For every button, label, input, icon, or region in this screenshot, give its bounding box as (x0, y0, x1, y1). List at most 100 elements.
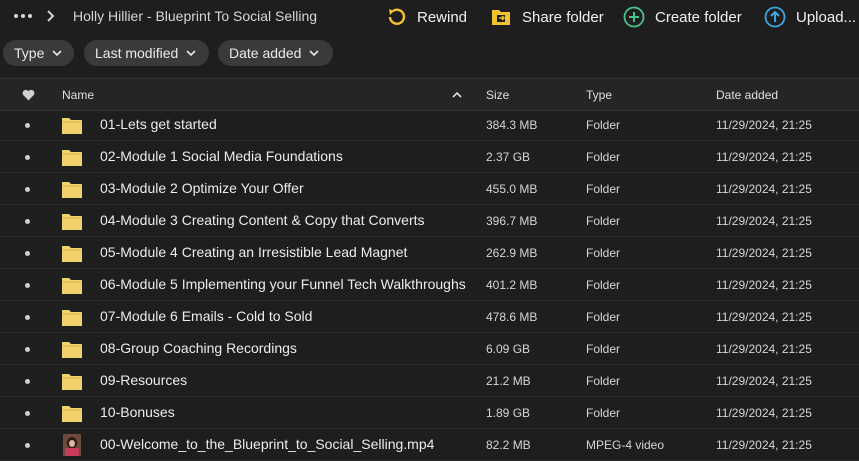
table-row[interactable]: 01-Lets get started 384.3 MB Folder 11/2… (0, 109, 859, 141)
row-bullet (25, 379, 30, 384)
heart-icon[interactable] (22, 89, 35, 101)
row-size: 262.9 MB (486, 246, 538, 260)
rewind-label: Rewind (417, 8, 468, 26)
row-name: 09-Resources (100, 372, 188, 388)
row-date: 11/29/2024, 21:25 (716, 118, 812, 132)
row-date: 11/29/2024, 21:25 (716, 342, 812, 356)
row-bullet (25, 155, 30, 160)
column-header-type[interactable]: Type (586, 88, 612, 102)
row-name: 07-Module 6 Emails - Cold to Sold (100, 308, 313, 324)
row-type: MPEG-4 video (586, 438, 665, 452)
top-bar: Holly Hillier - Blueprint To Social Sell… (0, 0, 859, 34)
more-options-icon[interactable] (14, 8, 36, 24)
row-size: 401.2 MB (486, 278, 538, 292)
row-name: 01-Lets get started (100, 116, 217, 132)
create-folder-label: Create folder (655, 8, 742, 26)
row-bullet (25, 123, 30, 128)
row-size: 1.89 GB (486, 406, 531, 420)
folder-icon (62, 278, 82, 294)
share-folder-label: Share folder (522, 8, 604, 26)
rewind-button[interactable]: Rewind (385, 5, 467, 29)
table-row[interactable]: 04-Module 3 Creating Content & Copy that… (0, 205, 859, 237)
create-folder-button[interactable]: Create folder (623, 5, 742, 29)
folder-icon (62, 118, 82, 134)
row-type: Folder (586, 150, 621, 164)
folder-icon (62, 406, 82, 422)
row-type: Folder (586, 342, 621, 356)
date-added-filter[interactable]: Date added (218, 40, 333, 66)
chevron-right-icon (47, 10, 55, 22)
row-date: 11/29/2024, 21:25 (716, 150, 812, 164)
upload-label: Upload... (796, 8, 857, 26)
filter-bar: Type Last modified Date added (0, 39, 859, 67)
row-bullet (25, 283, 30, 288)
row-bullet (25, 187, 30, 192)
row-name: 08-Group Coaching Recordings (100, 340, 297, 356)
last-modified-filter[interactable]: Last modified (84, 40, 209, 66)
upload-icon (764, 6, 786, 28)
row-type: Folder (586, 374, 621, 388)
row-bullet (25, 411, 30, 416)
row-name: 00-Welcome_to_the_Blueprint_to_Social_Se… (100, 436, 435, 452)
row-name: 03-Module 2 Optimize Your Offer (100, 180, 304, 196)
row-type: Folder (586, 182, 621, 196)
last-modified-filter-label: Last modified (95, 45, 179, 61)
breadcrumb-title[interactable]: Holly Hillier - Blueprint To Social Sell… (73, 8, 317, 24)
row-date: 11/29/2024, 21:25 (716, 310, 812, 324)
row-name: 04-Module 3 Creating Content & Copy that… (100, 212, 425, 228)
table-row[interactable]: 10-Bonuses 1.89 GB Folder 11/29/2024, 21… (0, 397, 859, 429)
row-type: Folder (586, 310, 621, 324)
video-thumbnail (63, 434, 81, 456)
chevron-down-icon (52, 50, 62, 56)
table-row[interactable]: 08-Group Coaching Recordings 6.09 GB Fol… (0, 333, 859, 365)
column-header-size[interactable]: Size (486, 88, 509, 102)
row-name: 06-Module 5 Implementing your Funnel Tec… (100, 276, 466, 292)
type-filter[interactable]: Type (3, 40, 74, 66)
table-row[interactable]: 03-Module 2 Optimize Your Offer 455.0 MB… (0, 173, 859, 205)
row-size: 396.7 MB (486, 214, 538, 228)
row-size: 455.0 MB (486, 182, 538, 196)
row-name: 10-Bonuses (100, 404, 175, 420)
folder-icon (62, 246, 82, 262)
row-size: 384.3 MB (486, 118, 538, 132)
row-size: 478.6 MB (486, 310, 538, 324)
row-bullet (25, 347, 30, 352)
row-size: 82.2 MB (486, 438, 531, 452)
chevron-down-icon (186, 50, 196, 56)
folder-icon (62, 342, 82, 358)
row-name: 05-Module 4 Creating an Irresistible Lea… (100, 244, 408, 260)
row-bullet (25, 315, 30, 320)
table-row[interactable]: 00-Welcome_to_the_Blueprint_to_Social_Se… (0, 429, 859, 461)
row-bullet (25, 251, 30, 256)
chevron-down-icon (309, 50, 319, 56)
folder-icon (62, 150, 82, 166)
table-header: Name Size Type Date added (0, 78, 859, 111)
upload-button[interactable]: Upload... (764, 5, 856, 29)
chevron-up-icon[interactable] (452, 90, 462, 100)
row-size: 6.09 GB (486, 342, 531, 356)
share-folder-button[interactable]: Share folder (490, 5, 604, 29)
folder-icon (62, 182, 82, 198)
table-row[interactable]: 06-Module 5 Implementing your Funnel Tec… (0, 269, 859, 301)
date-added-filter-label: Date added (229, 45, 302, 61)
row-type: Folder (586, 406, 621, 420)
add-circle-icon (623, 6, 645, 28)
column-header-date-added[interactable]: Date added (716, 88, 778, 102)
table-row[interactable]: 02-Module 1 Social Media Foundations 2.3… (0, 141, 859, 173)
row-type: Folder (586, 246, 621, 260)
row-bullet (25, 219, 30, 224)
row-bullet (25, 443, 30, 448)
table-row[interactable]: 05-Module 4 Creating an Irresistible Lea… (0, 237, 859, 269)
column-header-name[interactable]: Name (62, 88, 94, 102)
row-date: 11/29/2024, 21:25 (716, 182, 812, 196)
row-date: 11/29/2024, 21:25 (716, 374, 812, 388)
share-folder-icon (492, 10, 510, 25)
row-size: 2.37 GB (486, 150, 531, 164)
table-row[interactable]: 09-Resources 21.2 MB Folder 11/29/2024, … (0, 365, 859, 397)
row-name: 02-Module 1 Social Media Foundations (100, 148, 343, 164)
row-size: 21.2 MB (486, 374, 531, 388)
row-date: 11/29/2024, 21:25 (716, 406, 812, 420)
row-type: Folder (586, 214, 621, 228)
table-row[interactable]: 07-Module 6 Emails - Cold to Sold 478.6 … (0, 301, 859, 333)
folder-icon (62, 310, 82, 326)
